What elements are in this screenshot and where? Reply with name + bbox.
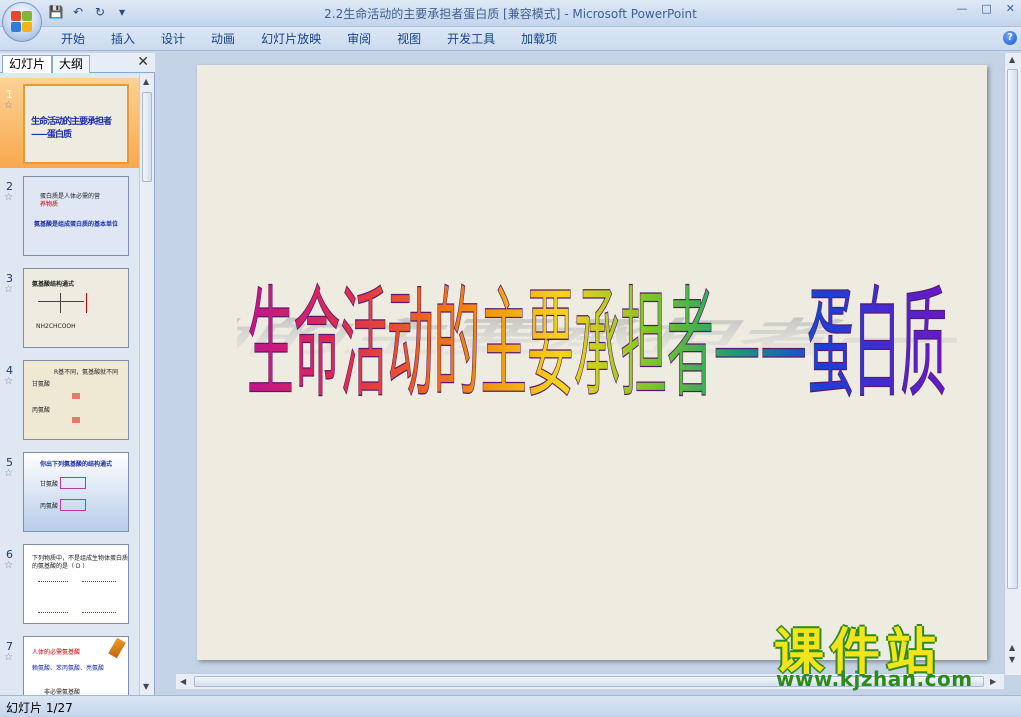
- status-bar: 幻灯片 1/27: [0, 695, 1021, 717]
- tab-design[interactable]: 设计: [148, 30, 198, 48]
- scrollbar-thumb[interactable]: [142, 92, 152, 182]
- animation-star-icon: ☆: [4, 100, 13, 111]
- watermark-url: www.kjzhan.com: [776, 667, 973, 691]
- pane-tabs: 幻灯片 大纲 ✕: [0, 53, 155, 73]
- scrollbar-thumb[interactable]: [1007, 69, 1018, 589]
- slide-preview: 氨基酸结构通式 NH2CHCOOH: [23, 268, 129, 348]
- window-controls: — □ ✕: [956, 2, 1015, 15]
- animation-star-icon: ☆: [4, 284, 13, 295]
- scroll-down-icon[interactable]: ▼: [143, 682, 149, 691]
- slide-editing-area: 生命活动的主要承担者——蛋白质 生命活动的主要承担者——蛋白质: [156, 53, 1021, 695]
- thumb-box: [60, 477, 86, 489]
- thumb-mark: [72, 393, 80, 399]
- pencil-icon: [108, 637, 126, 659]
- title-bar: 💾 ↶ ↻ ▾ 2.2生命活动的主要承担者蛋白质 [兼容模式] - Micros…: [0, 0, 1021, 27]
- thumb-text: 氨基酸是组成蛋白质的基本单位: [34, 221, 119, 228]
- slide-thumbnail-6[interactable]: 6 ☆ 下列物质中，不是组成生物体蛋白质 的氨基酸的是（ D ）: [0, 538, 139, 628]
- thumb-formula: [38, 581, 68, 613]
- tab-slides[interactable]: 幻灯片: [2, 55, 53, 73]
- thumbnail-list: 1 ☆ 生命活动的主要承担者——蛋白质 2 ☆ 蛋白质是人体必需的营 养物质 氨…: [0, 74, 139, 695]
- slide-preview: 生命活动的主要承担者——蛋白质: [23, 84, 129, 164]
- animation-star-icon: ☆: [4, 560, 13, 571]
- slide-thumbnail-4[interactable]: 4 ☆ R基不同，氨基酸就不同 甘氨酸 丙氨酸: [0, 354, 139, 444]
- slide-vertical-scrollbar[interactable]: ▲ ▲ ▼: [1004, 53, 1021, 675]
- thumb-text: 丙氨酸: [32, 407, 51, 414]
- animation-star-icon: ☆: [4, 376, 13, 387]
- current-slide[interactable]: 生命活动的主要承担者——蛋白质 生命活动的主要承担者——蛋白质: [197, 65, 987, 660]
- thumb-text: NH2CHCOOH: [36, 323, 76, 330]
- close-icon[interactable]: ✕: [1006, 2, 1015, 15]
- tab-developer[interactable]: 开发工具: [434, 30, 508, 48]
- ribbon: 开始 插入 设计 动画 幻灯片放映 审阅 视图 开发工具 加载项 ?: [0, 27, 1021, 51]
- thumb-text: R基不同，氨基酸就不同: [54, 369, 119, 376]
- thumbnail-scrollbar[interactable]: ▲ ▼: [139, 74, 154, 695]
- tab-outline[interactable]: 大纲: [52, 55, 91, 73]
- slide-preview: 蛋白质是人体必需的营 养物质 氨基酸是组成蛋白质的基本单位: [23, 176, 129, 256]
- close-pane-icon[interactable]: ✕: [137, 54, 149, 70]
- watermark: 课件站 www.kjzhan.com: [768, 612, 1008, 692]
- tab-home[interactable]: 开始: [48, 30, 98, 48]
- slide-preview: 你出下列氨基酸的结构通式 甘氨酸 丙氨酸: [23, 452, 129, 532]
- next-slide-icon[interactable]: ▼: [1009, 655, 1015, 664]
- slide-title-text[interactable]: 生命活动的主要承担者——蛋白质: [246, 275, 947, 415]
- tab-view[interactable]: 视图: [384, 30, 434, 48]
- thumb-box: [60, 499, 86, 511]
- thumb-text: 丙氨酸: [40, 503, 59, 510]
- thumb-text: 氨基酸结构通式: [32, 281, 75, 288]
- slide-title-wordart[interactable]: 生命活动的主要承担者——蛋白质 生命活动的主要承担者——蛋白质: [237, 245, 957, 445]
- thumb-text: 的氨基酸的是（ D ）: [32, 563, 89, 570]
- previous-slide-icon[interactable]: ▲: [1009, 643, 1015, 652]
- thumb-text: 养物质: [40, 201, 59, 208]
- thumb-note: [86, 293, 124, 313]
- tab-addins[interactable]: 加载项: [508, 30, 570, 48]
- scroll-up-icon[interactable]: ▲: [143, 77, 149, 86]
- thumb-title: 生命活动的主要承担者——蛋白质: [31, 117, 112, 140]
- window-title: 2.2生命活动的主要承担者蛋白质 [兼容模式] - Microsoft Powe…: [324, 7, 697, 21]
- slide-thumbnail-2[interactable]: 2 ☆ 蛋白质是人体必需的营 养物质 氨基酸是组成蛋白质的基本单位: [0, 170, 139, 260]
- minimize-icon[interactable]: —: [956, 2, 967, 15]
- animation-star-icon: ☆: [4, 192, 13, 203]
- thumb-text: 你出下列氨基酸的结构通式: [40, 461, 113, 468]
- thumb-text: 赖氨酸、苯丙氨酸、亮氨酸: [32, 665, 105, 672]
- restore-icon[interactable]: □: [981, 2, 991, 15]
- thumb-text: 人体的必需氨基酸: [32, 649, 81, 656]
- thumb-line: [38, 301, 84, 302]
- slide-counter: 幻灯片 1/27: [6, 701, 73, 715]
- ribbon-tabs: 开始 插入 设计 动画 幻灯片放映 审阅 视图 开发工具 加载项: [48, 30, 570, 48]
- slides-pane: 幻灯片 大纲 ✕ 1 ☆ 生命活动的主要承担者——蛋白质 2 ☆ 蛋白质是人体必…: [0, 53, 155, 695]
- slide-preview: R基不同，氨基酸就不同 甘氨酸 丙氨酸: [23, 360, 129, 440]
- slide-thumbnail-5[interactable]: 5 ☆ 你出下列氨基酸的结构通式 甘氨酸 丙氨酸: [0, 446, 139, 536]
- animation-star-icon: ☆: [4, 652, 13, 663]
- thumb-text: 甘氨酸: [40, 481, 59, 488]
- slide-thumbnail-7[interactable]: 7 ☆ 人体的必需氨基酸 赖氨酸、苯丙氨酸、亮氨酸 非必需氨基酸: [0, 630, 139, 695]
- tab-review[interactable]: 审阅: [334, 30, 384, 48]
- thumb-line: [60, 293, 61, 313]
- tab-insert[interactable]: 插入: [98, 30, 148, 48]
- slide-thumbnail-1[interactable]: 1 ☆ 生命活动的主要承担者——蛋白质: [0, 78, 139, 168]
- tab-animations[interactable]: 动画: [198, 30, 248, 48]
- slide-thumbnail-3[interactable]: 3 ☆ 氨基酸结构通式 NH2CHCOOH: [0, 262, 139, 352]
- help-icon[interactable]: ?: [1003, 31, 1017, 45]
- scroll-up-icon[interactable]: ▲: [1009, 55, 1015, 64]
- thumb-text: 非必需氨基酸: [44, 689, 81, 695]
- office-logo-icon: [11, 11, 33, 33]
- thumb-text: 甘氨酸: [32, 381, 51, 388]
- animation-star-icon: ☆: [4, 468, 13, 479]
- thumb-mark: [72, 417, 80, 423]
- thumb-formula: [82, 581, 116, 613]
- slide-preview: 人体的必需氨基酸 赖氨酸、苯丙氨酸、亮氨酸 非必需氨基酸: [23, 636, 129, 695]
- office-button[interactable]: [2, 2, 42, 42]
- tab-slideshow[interactable]: 幻灯片放映: [248, 30, 334, 48]
- scroll-left-icon[interactable]: ◀: [180, 677, 186, 686]
- slide-preview: 下列物质中，不是组成生物体蛋白质 的氨基酸的是（ D ）: [23, 544, 129, 624]
